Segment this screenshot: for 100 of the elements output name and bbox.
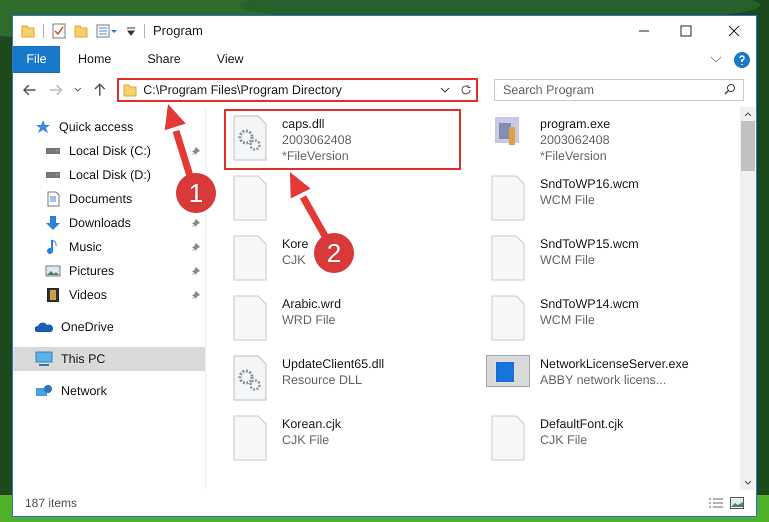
document-icon [491,175,525,221]
document-icon [233,235,267,281]
document-icon [233,415,267,461]
file-detail: WRD File [282,312,336,328]
search-field[interactable]: Search Program [494,79,744,101]
file-item[interactable]: SndToWP15.wcm WCM File [482,229,641,287]
file-detail: ABBY network licens... [540,372,668,388]
ribbon-tab[interactable]: Home [60,46,130,73]
drive-icon [45,148,61,154]
refresh-icon[interactable] [460,84,472,96]
file-detail: *FileVersion [540,148,608,164]
properties-icon[interactable] [96,24,118,38]
file-item[interactable]: Arabic.wrd WRD File [224,289,344,347]
scroll-down-icon[interactable] [744,480,752,486]
sidebar-item[interactable]: Network [13,379,111,403]
sidebar-item[interactable]: Music [13,235,205,259]
sidebar-item[interactable]: Pictures [13,259,205,283]
file-item[interactable]: caps.dll 2003062408 *FileVersion [224,109,461,170]
settings-file-icon [233,355,267,401]
scroll-up-icon[interactable] [744,111,752,117]
details-view-icon[interactable] [708,497,724,509]
file-item[interactable]: UpdateClient65.dll Resource DLL [224,349,386,407]
document-icon [233,295,267,341]
star-icon [35,119,51,135]
document-icon [491,235,525,281]
sidebar-item[interactable]: Quick access [13,115,138,139]
settings-file-icon [233,115,267,161]
scrollbar[interactable] [740,107,756,490]
file-item[interactable]: NetworkLicenseServer.exe ABBY network licens... [482,349,691,394]
arrow [290,172,328,238]
folder-icon [21,24,35,38]
chevron-down-icon[interactable] [74,87,82,93]
file-name: caps.dll [282,116,326,132]
file-detail: WCM File [540,192,596,208]
cloud-icon [35,321,53,333]
sidebar-item[interactable]: Local Disk (D:) [13,163,155,187]
file-name: SndToWP16.wcm [540,176,639,192]
pin-icon[interactable] [191,266,201,276]
file-detail: Resource DLL [282,372,363,388]
file-name: program.exe [540,116,610,132]
drive-icon [45,172,61,178]
file-item[interactable]: SndToWP14.wcm WCM File [482,289,641,347]
scrollbar-thumb[interactable] [741,121,755,171]
pin-icon[interactable] [191,218,201,228]
file-menu-button[interactable]: File [13,46,60,73]
ribbon-tab[interactable]: Share [129,46,199,73]
window-file-icon [486,355,530,387]
file-detail: CJK File [540,432,588,448]
document-icon [491,295,525,341]
file-detail: WCM File [540,312,596,328]
network-icon [35,383,53,399]
file-name: NetworkLicenseServer.exe [540,356,689,372]
chevron-down-icon[interactable] [440,87,450,93]
file-item[interactable]: Kore CJK [224,229,310,287]
pin-icon[interactable] [191,290,201,300]
file-name: DefaultFont.cjk [540,416,624,432]
checklist-icon[interactable] [52,23,66,39]
file-name: Kore [282,236,308,252]
film-icon [45,287,61,303]
customize-toolbar-icon[interactable] [126,26,136,36]
address-bar[interactable]: C:\Program Files\Program Directory [117,78,478,102]
window-title: Program [153,22,203,40]
pin-icon[interactable] [191,242,201,252]
ribbon-tab[interactable]: View [198,46,262,73]
computer-icon [35,351,53,367]
sidebar-item[interactable]: Local Disk (C:) [13,139,205,163]
search-icon [724,83,736,95]
document-icon [45,191,61,207]
maximize-icon[interactable] [680,25,692,37]
sidebar-item[interactable]: Downloads [13,211,205,235]
file-name: Arabic.wrd [282,296,342,312]
pin-icon[interactable] [191,146,201,156]
file-detail: WCM File [540,252,596,268]
picture-icon [45,263,61,279]
item-count: 187 items [25,495,78,512]
sidebar-item[interactable]: Videos [13,283,205,307]
sidebar-item[interactable]: Documents [13,187,136,211]
file-name: SndToWP15.wcm [540,236,639,252]
file-name: UpdateClient65.dll [282,356,384,372]
file-name: SndToWP14.wcm [540,296,639,312]
file-item[interactable]: program.exe 2003062408 *FileVersion [482,109,612,170]
help-icon[interactable] [734,52,750,68]
file-detail: 2003062408 [540,132,610,148]
document-icon [233,175,267,221]
file-name: Korean.cjk [282,416,342,432]
file-detail: CJK [282,252,307,268]
back-arrow-icon[interactable] [23,84,36,96]
file-detail: 2003062408 [282,132,352,148]
document-icon [491,415,525,461]
file-item[interactable]: DefaultFont.cjk CJK File [482,409,626,467]
folder-icon [123,83,138,97]
sidebar-item[interactable]: OneDrive [13,315,118,339]
up-arrow-icon[interactable] [94,83,106,97]
file-item[interactable]: SndToWP16.wcm WCM File [482,169,641,227]
close-icon[interactable] [728,25,740,37]
address-path: C:\Program Files\Program Directory [143,82,343,99]
file-detail: *FileVersion [282,148,350,164]
sidebar-item[interactable]: This PC [13,347,205,371]
thumbnail-view-icon[interactable] [730,497,744,509]
file-item[interactable]: Korean.cjk CJK File [224,409,344,467]
